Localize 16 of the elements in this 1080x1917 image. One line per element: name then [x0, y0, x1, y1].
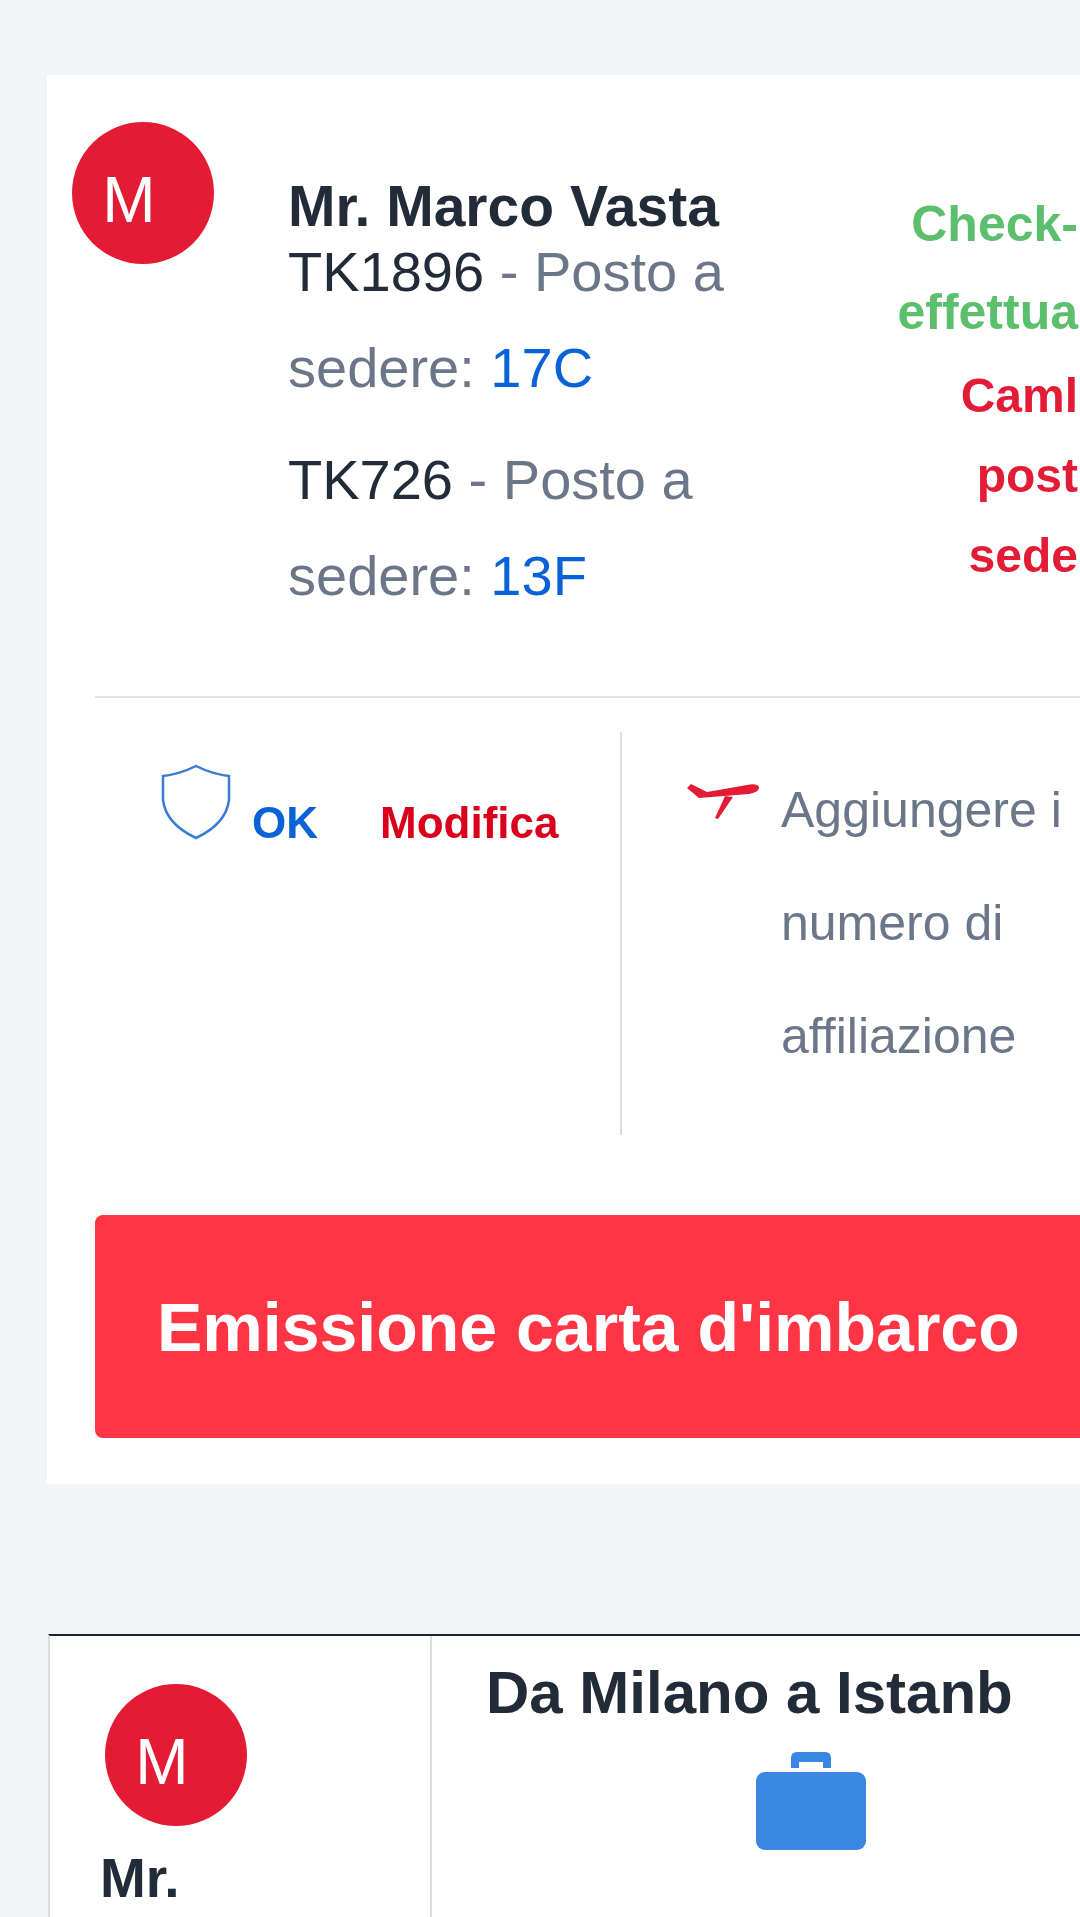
briefcase-icon — [756, 1750, 866, 1850]
route-title: Da Milano a Istanb — [486, 1658, 1013, 1728]
flight-seat-text: TK726 - Posto a sedere: 13F — [288, 447, 694, 609]
airplane-icon — [685, 782, 761, 820]
avatar: M — [72, 122, 214, 264]
edit-link[interactable]: Modifica — [380, 798, 559, 848]
shield-icon — [160, 764, 232, 840]
avatar: M — [105, 1684, 247, 1826]
boarding-pass-button[interactable]: Emissione carta d'imbarco — [95, 1215, 1080, 1438]
add-membership-link[interactable]: Aggiungere i numero di affiliazione — [781, 754, 1062, 1093]
passenger-name: Mr. Marco Vasta — [288, 174, 721, 238]
passenger-name: Mr. — [100, 1848, 181, 1908]
check-in-status: Check- effettua — [897, 195, 1078, 342]
change-seat-link[interactable]: Caml post sede — [960, 356, 1078, 596]
flight-seat-text: TK1896 - Posto a sedere: 17C — [288, 239, 725, 401]
insurance-status: OK — [252, 798, 318, 848]
